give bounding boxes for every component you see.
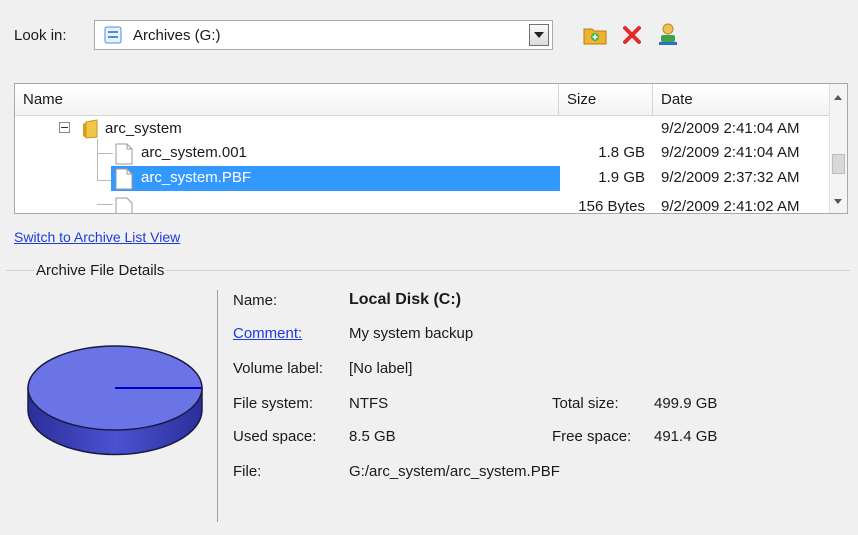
tree-row-file-partial[interactable]: 156 Bytes 9/2/2009 2:41:02 AM (15, 195, 831, 214)
name-label: Name: (233, 292, 278, 309)
column-header-date[interactable]: Date (653, 84, 831, 116)
details-group-title: Archive File Details (34, 262, 167, 279)
row-size: 1.8 GB (598, 144, 645, 161)
look-in-label: Look in: (14, 27, 67, 44)
free-space-value: 491.4 GB (654, 428, 718, 445)
switch-to-archive-list-view-link[interactable]: Switch to Archive List View (14, 229, 180, 245)
total-size-label: Total size: (552, 395, 619, 412)
tree-row-folder[interactable]: arc_system 9/2/2009 2:41:04 AM (15, 117, 831, 141)
delete-icon (623, 26, 641, 44)
vertical-scrollbar[interactable] (829, 84, 847, 213)
row-name: arc_system.PBF (141, 169, 252, 186)
user-button[interactable] (655, 22, 681, 48)
disk-pie-icon (27, 345, 203, 456)
column-header-size[interactable]: Size (559, 84, 653, 116)
new-folder-button[interactable] (582, 22, 608, 48)
column-header-name[interactable]: Name (15, 84, 559, 116)
scroll-up-icon[interactable] (830, 88, 846, 106)
dropdown-arrow-button[interactable] (529, 24, 549, 46)
total-size-value: 499.9 GB (654, 395, 718, 412)
details-divider (217, 290, 218, 522)
free-space-label: Free space: (552, 428, 632, 445)
file-path-value: G:/arc_system/arc_system.PBF (349, 463, 560, 480)
volume-label-label: Volume label: (233, 360, 324, 377)
chevron-down-icon (534, 32, 544, 38)
delete-button[interactable] (619, 22, 645, 48)
scroll-down-icon[interactable] (830, 192, 846, 210)
look-in-value: Archives (G:) (133, 27, 221, 44)
row-size: 1.9 GB (598, 169, 645, 186)
row-name: arc_system.001 (141, 144, 247, 161)
collapse-icon[interactable] (59, 122, 70, 133)
look-in-combobox[interactable]: Archives (G:) (94, 20, 553, 50)
row-date: 9/2/2009 2:37:32 AM (661, 169, 800, 186)
row-date: 9/2/2009 2:41:04 AM (661, 120, 800, 137)
file-system-value: NTFS (349, 395, 389, 412)
file-icon (115, 168, 133, 194)
comment-value: My system backup (349, 325, 474, 342)
archive-file-tree[interactable]: Name Size Date arc_system 9/2/2009 2:41:… (14, 83, 848, 214)
file-icon (115, 197, 133, 213)
used-space-value: 8.5 GB (349, 428, 396, 445)
volume-label-value: [No label] (349, 360, 413, 377)
tree-row-file[interactable]: arc_system.001 1.8 GB 9/2/2009 2:41:04 A… (15, 141, 831, 165)
row-size: 156 Bytes (578, 198, 645, 214)
row-date: 9/2/2009 2:41:02 AM (661, 198, 800, 214)
used-space-label: Used space: (233, 428, 317, 445)
file-label: File: (233, 463, 262, 480)
file-system-label: File system: (233, 395, 314, 412)
row-name: arc_system (105, 120, 182, 137)
folder-icon (81, 119, 101, 143)
name-value: Local Disk (C:) (349, 291, 462, 308)
user-icon (659, 23, 677, 45)
scroll-thumb[interactable] (832, 154, 845, 174)
new-folder-icon (583, 28, 607, 45)
tree-row-file-selected[interactable]: arc_system.PBF 1.9 GB 9/2/2009 2:37:32 A… (15, 166, 831, 191)
row-date: 9/2/2009 2:41:04 AM (661, 144, 800, 161)
comment-link[interactable]: Comment: (233, 325, 302, 342)
drive-icon (104, 26, 122, 44)
